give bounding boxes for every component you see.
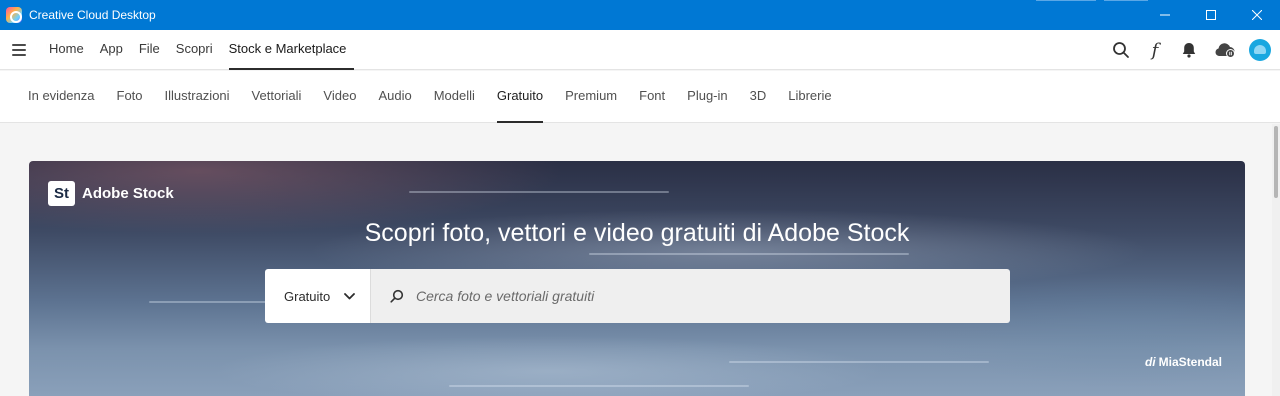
category-tabs: In evidenza Foto Illustrazioni Vettorial… xyxy=(0,71,1280,123)
search-input[interactable] xyxy=(416,288,976,304)
hero-streak xyxy=(449,385,749,387)
nav-home[interactable]: Home xyxy=(41,30,92,70)
hero-streak xyxy=(409,191,669,193)
search-button[interactable] xyxy=(1109,38,1133,62)
stock-badge-icon: St xyxy=(48,181,75,206)
credit-prefix: di xyxy=(1144,355,1156,369)
notifications-button[interactable] xyxy=(1177,38,1201,62)
tab-in-evidenza[interactable]: In evidenza xyxy=(0,71,106,123)
license-filter-dropdown[interactable]: Gratuito xyxy=(265,269,371,323)
adobe-stock-logo[interactable]: St Adobe Stock xyxy=(48,181,174,206)
tab-video[interactable]: Video xyxy=(312,71,367,123)
nav-stock-marketplace[interactable]: Stock e Marketplace xyxy=(221,30,355,70)
nav-scopri[interactable]: Scopri xyxy=(168,30,221,70)
nav-file[interactable]: File xyxy=(131,30,168,70)
filter-value: Gratuito xyxy=(284,288,331,304)
window-title: Creative Cloud Desktop xyxy=(29,8,156,22)
titlebar-strip xyxy=(1036,0,1096,1)
hero-streak xyxy=(729,361,989,363)
search-icon xyxy=(1113,42,1129,58)
brand-name: Adobe Stock xyxy=(82,185,174,202)
tab-font[interactable]: Font xyxy=(628,71,676,123)
hero-streak xyxy=(589,253,909,255)
tab-audio[interactable]: Audio xyxy=(367,71,422,123)
tab-librerie[interactable]: Librerie xyxy=(777,71,842,123)
search-icon xyxy=(390,289,404,303)
creative-cloud-icon xyxy=(6,7,22,23)
tab-foto[interactable]: Foto xyxy=(106,71,154,123)
bell-icon xyxy=(1182,43,1196,58)
tab-premium[interactable]: Premium xyxy=(554,71,628,123)
credit-author[interactable]: MiaStendal xyxy=(1159,355,1222,369)
close-button[interactable] xyxy=(1234,0,1280,30)
maximize-icon xyxy=(1206,10,1216,20)
cloud-sync-button[interactable] xyxy=(1211,38,1239,62)
fonts-icon: f xyxy=(1151,39,1159,61)
tab-illustrazioni[interactable]: Illustrazioni xyxy=(154,71,241,123)
app-navigation: Home App File Scopri Stock e Marketplace… xyxy=(0,30,1280,70)
tab-gratuito[interactable]: Gratuito xyxy=(486,71,554,123)
close-icon xyxy=(1252,10,1262,20)
tab-modelli[interactable]: Modelli xyxy=(423,71,486,123)
chevron-down-icon xyxy=(344,292,356,299)
photo-credit: di MiaStendal xyxy=(1145,355,1222,369)
maximize-button[interactable] xyxy=(1188,0,1234,30)
nav-app[interactable]: App xyxy=(92,30,131,70)
tab-plug-in[interactable]: Plug-in xyxy=(676,71,738,123)
minimize-icon xyxy=(1160,14,1170,16)
minimize-button[interactable] xyxy=(1142,0,1188,30)
hero-heading: Scopri foto, vettori e video gratuiti di… xyxy=(364,219,910,247)
hamburger-icon[interactable] xyxy=(12,43,26,56)
scrollbar-thumb[interactable] xyxy=(1274,126,1278,198)
stock-search-bar: Gratuito xyxy=(265,269,1010,323)
page-scrollbar[interactable] xyxy=(1272,124,1280,396)
avatar[interactable] xyxy=(1249,39,1271,61)
cloud-sync-icon xyxy=(1215,43,1235,58)
tab-3d[interactable]: 3D xyxy=(739,71,778,123)
search-field[interactable] xyxy=(371,269,1010,323)
window-titlebar: Creative Cloud Desktop xyxy=(0,0,1280,30)
hero-banner: St Adobe Stock Scopri foto, vettori e vi… xyxy=(29,161,1245,396)
tab-vettoriali[interactable]: Vettoriali xyxy=(241,71,313,123)
fonts-button[interactable]: f xyxy=(1143,38,1167,62)
